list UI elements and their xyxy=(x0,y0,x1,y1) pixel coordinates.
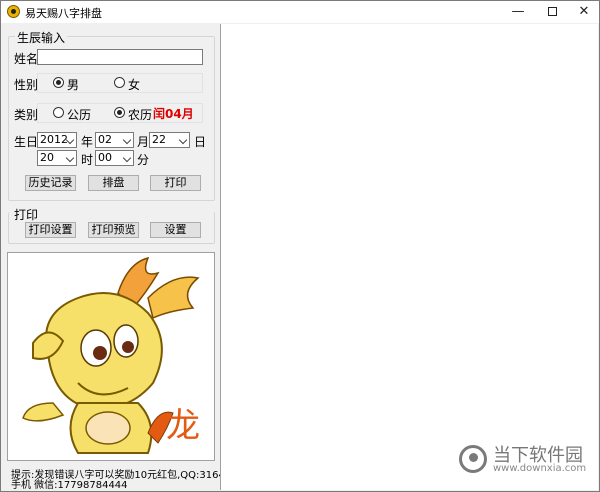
app-logo-icon xyxy=(7,5,20,18)
year-select[interactable]: 2012 xyxy=(37,132,77,148)
minute-chevron-down-icon xyxy=(122,153,132,163)
type-solar-label: 公历 xyxy=(67,108,92,122)
minimize-button[interactable]: — xyxy=(501,1,535,23)
dragon-pupil-right xyxy=(122,341,134,353)
print-button[interactable]: 打印 xyxy=(150,175,201,191)
dragon-pupil-left xyxy=(93,346,107,360)
print-settings-button[interactable]: 打印设置 xyxy=(25,222,76,238)
zodiac-character: 龙 xyxy=(166,406,200,446)
zodiac-image-panel: 龙 xyxy=(7,252,215,461)
year-value: 2012 xyxy=(40,133,68,146)
day-value: 22 xyxy=(152,133,166,146)
app-window: 易天赐八字排盘 — ✕ 生辰输入 姓名 性别 男 女 类别 公历 农历 闰04月… xyxy=(0,0,600,492)
dragon-belly xyxy=(85,411,131,445)
minute-value: 00 xyxy=(98,151,112,164)
month-select[interactable]: 02 xyxy=(95,132,134,148)
type-label: 类别 xyxy=(14,108,39,122)
gender-female-radio[interactable] xyxy=(114,77,125,88)
day-unit-label: 日 xyxy=(194,135,207,149)
day-select[interactable]: 22 xyxy=(149,132,190,148)
arrange-button[interactable]: 排盘 xyxy=(88,175,139,191)
gender-male-radio[interactable] xyxy=(53,77,64,88)
client-area: 生辰输入 姓名 性别 男 女 类别 公历 农历 闰04月 生日 2012 年 0… xyxy=(1,23,599,491)
title-bar: 易天赐八字排盘 — ✕ xyxy=(1,1,599,23)
watermark: 当下软件园 www.downxia.com xyxy=(459,441,589,481)
gender-male-label: 男 xyxy=(67,78,80,92)
leap-month-label: 闰04月 xyxy=(153,107,194,121)
history-button[interactable]: 历史记录 xyxy=(25,175,76,191)
gender-label: 性别 xyxy=(14,78,39,92)
hour-select[interactable]: 20 xyxy=(37,150,77,166)
window-title: 易天赐八字排盘 xyxy=(25,7,102,20)
result-pane xyxy=(220,24,598,490)
month-chevron-down-icon xyxy=(122,135,132,145)
type-lunar-radio[interactable] xyxy=(114,107,125,118)
footer-contact-text: 手机 微信:17798784444 xyxy=(11,480,128,491)
month-unit-label: 月 xyxy=(137,135,150,149)
watermark-logo-icon xyxy=(459,445,487,473)
maximize-button[interactable] xyxy=(535,1,569,23)
dragon-arm xyxy=(22,402,65,422)
hour-unit-label: 时 xyxy=(81,153,94,167)
type-solar-radio[interactable] xyxy=(53,107,64,118)
type-lunar-label: 农历 xyxy=(128,108,153,122)
month-value: 02 xyxy=(98,133,112,146)
watermark-url: www.downxia.com xyxy=(493,463,587,474)
minute-select[interactable]: 00 xyxy=(95,150,134,166)
birthday-label: 生日 xyxy=(14,135,39,149)
year-unit-label: 年 xyxy=(81,135,94,149)
name-input[interactable] xyxy=(37,49,203,65)
day-chevron-down-icon xyxy=(178,135,188,145)
print-preview-button[interactable]: 打印预览 xyxy=(88,222,139,238)
minute-unit-label: 分 xyxy=(137,153,150,167)
gender-female-label: 女 xyxy=(128,78,141,92)
settings-button[interactable]: 设置 xyxy=(150,222,201,238)
close-button[interactable]: ✕ xyxy=(567,1,600,23)
maximize-icon xyxy=(547,7,557,16)
hour-chevron-down-icon xyxy=(65,153,75,163)
birth-input-group-title: 生辰输入 xyxy=(15,29,68,46)
hour-value: 20 xyxy=(40,151,54,164)
name-label: 姓名 xyxy=(14,52,39,66)
